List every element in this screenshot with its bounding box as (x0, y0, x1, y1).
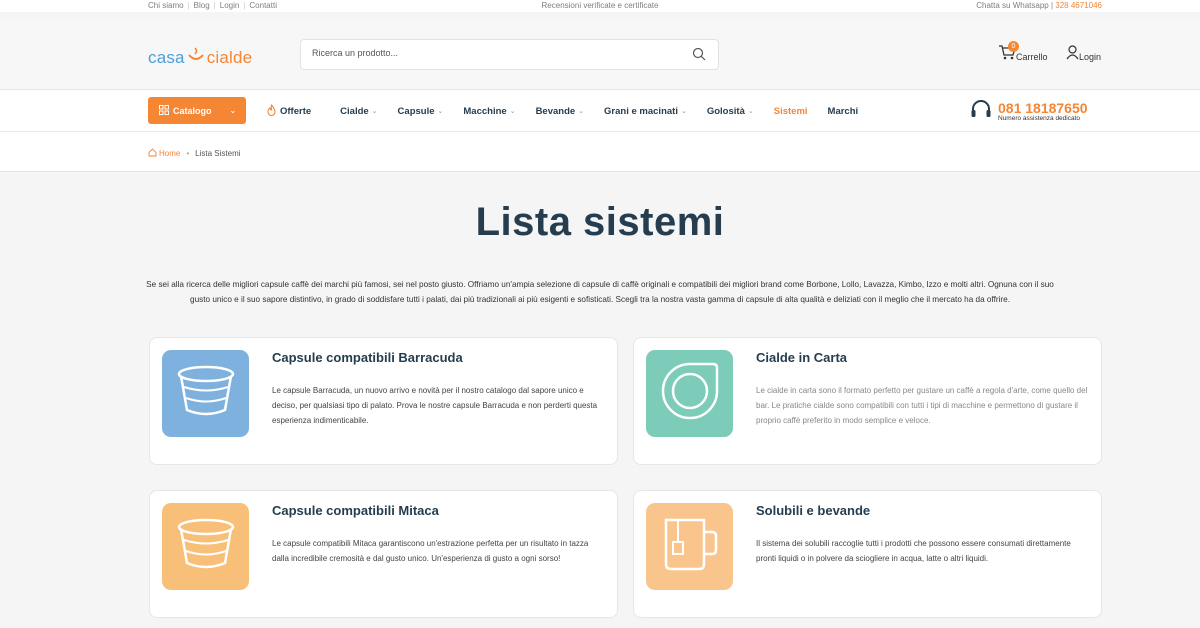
card-thumbnail (646, 503, 733, 590)
card-description: Le capsule Barracuda, un nuovo arrivo e … (272, 386, 598, 425)
card-description: Le cialde in carta sono il formato perfe… (756, 386, 1088, 425)
whatsapp-label: Chatta su Whatsapp | (976, 1, 1054, 10)
cup-logo-icon (187, 46, 205, 69)
header: casa cialde 0 Carrello Login (0, 18, 1200, 90)
login-label: Login (1079, 52, 1102, 62)
card-title[interactable]: Cialde in Carta (756, 350, 847, 365)
fire-icon (266, 103, 277, 119)
intro-text: Se sei alla ricerca delle migliori capsu… (146, 280, 1054, 304)
nav-items: Offerte Cialde ⌄ Capsule ⌄ Macchine ⌄ Bevan… (266, 90, 878, 132)
support-phone[interactable]: 081 18187650 Numero assistenza dedicato (970, 99, 1088, 124)
whatsapp-contact[interactable]: Chatta su Whatsapp | 328 4671046 (976, 1, 1102, 10)
page-title: Lista sistemi (475, 200, 725, 244)
card-title[interactable]: Capsule compatibili Barracuda (272, 350, 463, 365)
nav-item-capsule[interactable]: Capsule ⌄ (398, 106, 444, 117)
nav-item-label: Golosità (706, 105, 745, 117)
card-thumbnail (646, 350, 733, 437)
phone-subtitle: Numero assistenza dedicato (998, 114, 1081, 122)
nav-item-label: Capsule (397, 105, 435, 117)
nav-item-label: Offerte (280, 105, 312, 117)
breadcrumb-separator: • (186, 149, 190, 158)
search-icon[interactable] (692, 47, 706, 66)
top-bar: Chi siamo | Blog | Login | Contatti Recensi… (0, 0, 1200, 12)
card-description: Le capsule compatibili Mitaca garantisco… (272, 539, 589, 563)
chevron-down-icon: ⌄ (437, 108, 444, 115)
chevron-down-icon: ⌄ (747, 108, 754, 115)
breadcrumb-home-label: Home (159, 149, 181, 158)
nav-item-grani-e-macinati[interactable]: Grani e macinati ⌄ (604, 106, 687, 117)
breadcrumb-home[interactable]: Home (148, 148, 180, 159)
mug-icon (658, 514, 722, 579)
breadcrumb: Home • Lista Sistemi (0, 132, 1200, 172)
nav-item-golosita[interactable]: Golosità ⌄ (707, 106, 754, 117)
system-card-mitaca[interactable]: Capsule compatibili Mitaca Le capsule co… (149, 490, 618, 618)
capsule-icon (175, 515, 237, 578)
chevron-down-icon: ⌄ (371, 108, 378, 115)
nav-item-label: Bevande (535, 105, 576, 117)
breadcrumb-current: Lista Sistemi (195, 149, 241, 158)
card-description: Il sistema dei solubili raccoglie tutti … (756, 539, 1071, 563)
card-thumbnail (162, 350, 249, 437)
catalog-label: Catalogo (173, 105, 212, 116)
paper-pod-icon (657, 358, 723, 429)
logo-text-casa: casa (148, 47, 185, 67)
card-thumbnail (162, 503, 249, 590)
cart-label: Carrello (1016, 52, 1048, 62)
login-button[interactable]: Login (1066, 45, 1101, 62)
cart-count-badge: 0 (1008, 41, 1019, 52)
nav-item-label: Sistemi (773, 105, 808, 117)
grid-icon (159, 104, 169, 117)
system-card-barracuda[interactable]: Capsule compatibili Barracuda Le capsule… (149, 337, 618, 465)
chevron-down-icon: ⌄ (509, 108, 516, 115)
logo[interactable]: casa cialde (148, 46, 252, 69)
chevron-down-icon: ⌄ (229, 106, 237, 115)
nav-item-label: Macchine (463, 105, 507, 117)
nav-item-offerte[interactable]: Offerte (266, 103, 312, 119)
card-title[interactable]: Capsule compatibili Mitaca (272, 503, 439, 518)
headset-icon (970, 99, 992, 124)
chevron-down-icon: ⌄ (680, 108, 687, 115)
capsule-icon (175, 362, 237, 425)
nav-item-marchi[interactable]: Marchi (828, 106, 859, 117)
nav-item-bevande[interactable]: Bevande ⌄ (536, 106, 584, 117)
nav-item-label: Marchi (827, 105, 859, 117)
search-bar (300, 39, 719, 70)
user-icon (1066, 45, 1079, 62)
whatsapp-number[interactable]: 328 4671046 (1055, 1, 1102, 10)
phone-text: 081 18187650 Numero assistenza dedicato (998, 101, 1088, 123)
system-card-cialde-carta[interactable]: Cialde in Carta Le cialde in carta sono … (633, 337, 1102, 465)
chevron-down-icon: ⌄ (578, 108, 585, 115)
logo-text-cialde: cialde (206, 47, 253, 67)
cart-button[interactable]: 0 Carrello (998, 41, 1048, 62)
phone-number[interactable]: 081 18187650 (998, 101, 1088, 115)
card-title[interactable]: Solubili e bevande (756, 503, 870, 518)
home-icon (148, 148, 157, 159)
nav-item-label: Grani e macinati (604, 105, 678, 117)
system-card-solubili[interactable]: Solubili e bevande Il sistema dei solubi… (633, 490, 1102, 618)
nav-item-cialde[interactable]: Cialde ⌄ (340, 106, 377, 117)
nav-item-label: Cialde (340, 105, 369, 117)
nav-item-macchine[interactable]: Macchine ⌄ (463, 106, 515, 117)
catalog-button[interactable]: Catalogo ⌄ (148, 97, 246, 124)
search-input[interactable] (312, 48, 672, 58)
nav-item-sistemi[interactable]: Sistemi (774, 106, 808, 117)
main-nav: Catalogo ⌄ Offerte Cialde ⌄ Capsule ⌄ Macc… (0, 90, 1200, 132)
